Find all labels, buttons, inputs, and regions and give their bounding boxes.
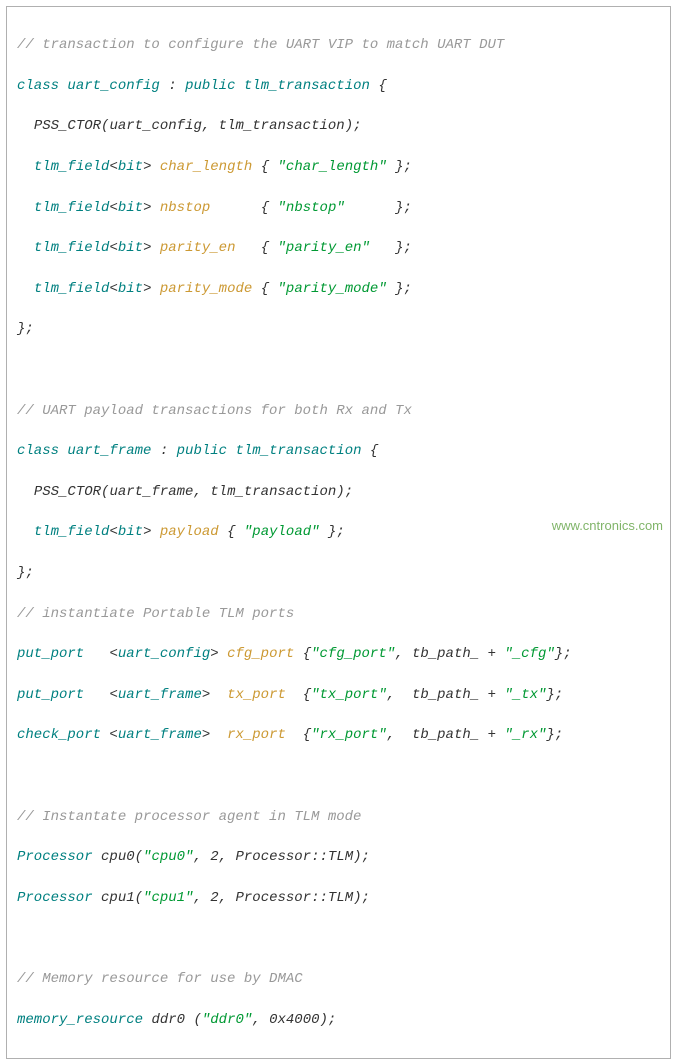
code-line: Processor cpu0("cpu0", 2, Processor::TLM… [17, 847, 660, 867]
proc-type: Processor [17, 849, 93, 865]
code-line: PSS_CTOR(uart_frame, tlm_transaction); [17, 482, 660, 502]
code-line: // instantiate Portable TLM ports [17, 604, 660, 624]
port-name: tx_port [227, 687, 286, 703]
field-name: parity_mode [160, 281, 252, 297]
code-line: tlm_field<bit> char_length { "char_lengt… [17, 157, 660, 177]
comment: // Instantate processor agent in TLM mod… [17, 809, 361, 825]
code-line: check_port <uart_frame> rx_port {"rx_por… [17, 725, 660, 745]
watermark-text: www.cntronics.com [552, 517, 663, 536]
code-line: memory_resource ddr0 ("ddr0", 0x4000); [17, 1010, 660, 1030]
base-class: tlm_transaction [244, 78, 370, 94]
code-line: Processor cpu1("cpu1", 2, Processor::TLM… [17, 888, 660, 908]
port-type: check_port [17, 727, 101, 743]
class-name: uart_config [67, 78, 159, 94]
keyword-class: class [17, 78, 59, 94]
field-name: char_length [160, 159, 252, 175]
code-line: class uart_config : public tlm_transacti… [17, 76, 660, 96]
code-line: PSS_CTOR(uart_config, tlm_transaction); [17, 116, 660, 136]
comment: // UART payload transactions for both Rx… [17, 403, 412, 419]
mem-type: memory_resource [17, 1012, 143, 1028]
code-line: // transaction to configure the UART VIP… [17, 35, 660, 55]
code-line: tlm_field<bit> parity_en { "parity_en" }… [17, 238, 660, 258]
code-line: tlm_field<bit> parity_mode { "parity_mod… [17, 279, 660, 299]
field-name: parity_en [160, 240, 236, 256]
mem-name: ddr0 [151, 1012, 185, 1028]
blank-line [17, 928, 660, 948]
keyword-public: public [185, 78, 235, 94]
code-line: }; [17, 319, 660, 339]
comment: // transaction to configure the UART VIP… [17, 37, 504, 53]
class-name: uart_frame [67, 443, 151, 459]
blank-line [17, 766, 660, 786]
proc-name: cpu0 [101, 849, 135, 865]
port-name: rx_port [227, 727, 286, 743]
proc-name: cpu1 [101, 890, 135, 906]
code-line: put_port <uart_config> cfg_port {"cfg_po… [17, 644, 660, 664]
field-name: payload [160, 524, 219, 540]
port-name: cfg_port [227, 646, 294, 662]
comment: // instantiate Portable TLM ports [17, 606, 294, 622]
field-type: tlm_field [34, 159, 110, 175]
field-name: nbstop [160, 200, 210, 216]
code-line: // Instantate processor agent in TLM mod… [17, 807, 660, 827]
code-line: class uart_frame : public tlm_transactio… [17, 441, 660, 461]
code-line: tlm_field<bit> nbstop { "nbstop" }; [17, 198, 660, 218]
string-literal: "char_length" [278, 159, 387, 175]
code-line: // Memory resource for use by DMAC [17, 969, 660, 989]
blank-line [17, 360, 660, 380]
code-line: }; [17, 563, 660, 583]
macro: PSS_CTOR [34, 118, 101, 134]
port-type: put_port [17, 646, 84, 662]
code-line: put_port <uart_frame> tx_port {"tx_port"… [17, 685, 660, 705]
code-line: // UART payload transactions for both Rx… [17, 401, 660, 421]
comment: // Memory resource for use by DMAC [17, 971, 303, 987]
